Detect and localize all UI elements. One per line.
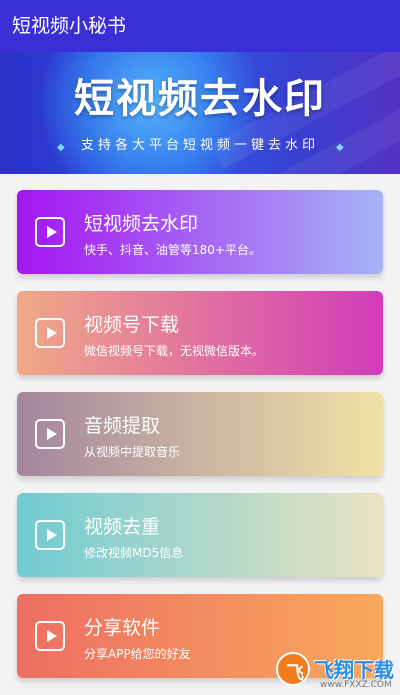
app-title: 短视频小秘书 bbox=[12, 15, 127, 37]
feature-description: 快手、抖音、油管等180+平台。 bbox=[84, 243, 261, 257]
watermark-logo-text: 飞 bbox=[286, 663, 304, 684]
site-watermark: 飞 飞翔下载 www.FXXZ.COM bbox=[272, 650, 400, 695]
feature-description: 从视频中提取音乐 bbox=[84, 445, 181, 459]
watermark-logo-icon: 飞 bbox=[276, 652, 310, 686]
play-icon bbox=[35, 318, 65, 348]
feature-title: 分享软件 bbox=[84, 617, 161, 639]
feature-title: 视频去重 bbox=[84, 516, 161, 538]
feature-title: 音频提取 bbox=[84, 415, 161, 437]
feature-list: 短视频去水印 快手、抖音、油管等180+平台。 视频号下载 微信视频号下载，无视… bbox=[17, 190, 383, 695]
play-icon bbox=[35, 419, 65, 449]
app-bar: 短视频小秘书 bbox=[0, 0, 400, 52]
feature-card-audio-extract[interactable]: 音频提取 从视频中提取音乐 bbox=[17, 392, 383, 476]
feature-card-dedupe[interactable]: 视频去重 修改视频MD5信息 bbox=[17, 493, 383, 577]
play-icon bbox=[35, 217, 65, 247]
feature-description: 微信视频号下载，无视微信版本。 bbox=[84, 344, 265, 358]
feature-title: 短视频去水印 bbox=[84, 213, 199, 235]
banner-right-arrow-icon: ◆ bbox=[336, 142, 344, 153]
banner-left-arrow-icon: ◆ bbox=[57, 142, 65, 153]
feature-description: 修改视频MD5信息 bbox=[84, 546, 184, 560]
feature-title: 视频号下载 bbox=[84, 314, 180, 336]
feature-card-remove-watermark[interactable]: 短视频去水印 快手、抖音、油管等180+平台。 bbox=[17, 190, 383, 274]
banner-title: 短视频去水印 bbox=[74, 76, 326, 122]
promo-banner: 短视频去水印 支持各大平台短视频一键去水印 ◆ ◆ bbox=[0, 52, 400, 174]
play-icon bbox=[35, 621, 65, 651]
feature-card-channel-download[interactable]: 视频号下载 微信视频号下载，无视微信版本。 bbox=[17, 291, 383, 375]
feature-description: 分享APP给您的好友 bbox=[84, 647, 191, 661]
play-icon bbox=[35, 520, 65, 550]
watermark-url: www.FXXZ.COM bbox=[320, 680, 392, 690]
watermark-text: 飞翔下载 bbox=[314, 658, 394, 682]
